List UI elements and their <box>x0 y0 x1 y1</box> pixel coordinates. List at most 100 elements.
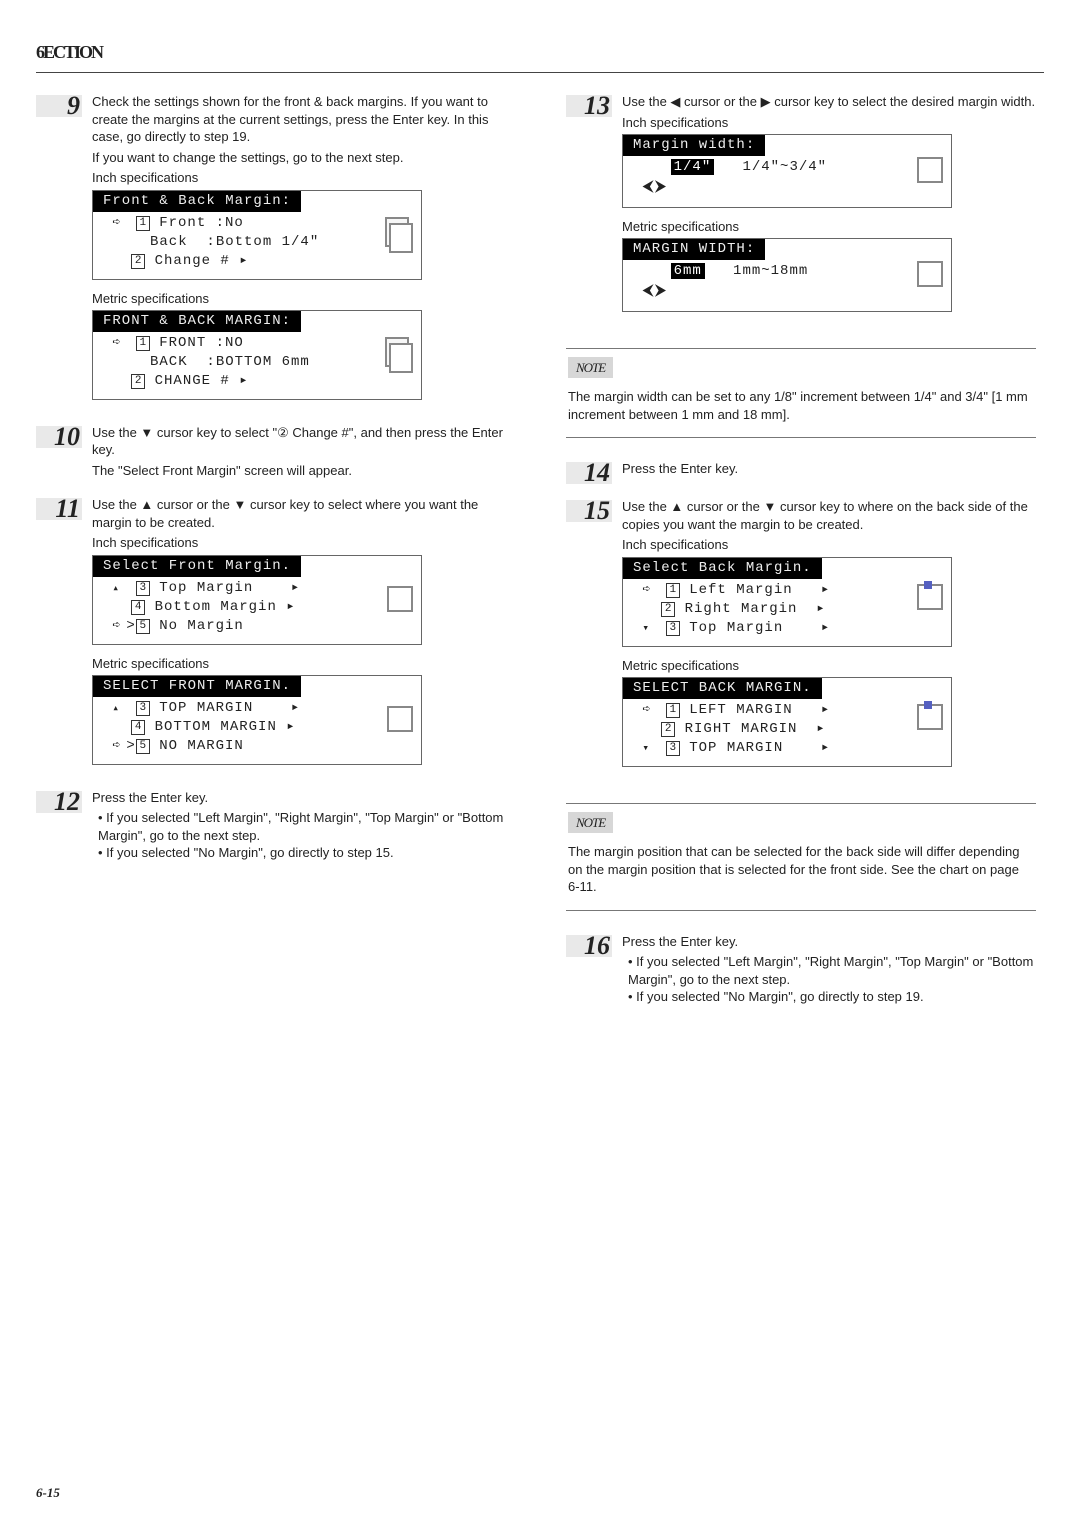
lcd-title: Front & Back Margin: <box>93 191 301 212</box>
note-text: The margin position that can be selected… <box>568 843 1034 896</box>
lcd-line: Top Margin ▸ <box>689 620 830 636</box>
step-text: Use the ▲ cursor or the ▼ cursor key to … <box>622 498 1036 533</box>
step-number-box: 13 <box>566 95 612 117</box>
note-text: The margin width can be set to any 1/8" … <box>568 388 1034 423</box>
step-bullet: If you selected "Left Margin", "Right Ma… <box>98 809 506 844</box>
lcd-line: BACK :BOTTOM 6mm <box>103 353 411 372</box>
lcd-display: SELECT BACK MARGIN. ➪ 1 LEFT MARGIN ▸ 2 … <box>622 677 952 767</box>
step-number: 9 <box>67 88 80 123</box>
step-number-box: 9 <box>36 95 82 117</box>
lcd-line: RIGHT MARGIN ▸ <box>685 721 826 737</box>
lcd-line: LEFT MARGIN ▸ <box>689 702 830 718</box>
spec-label: Inch specifications <box>92 534 506 552</box>
step-number-box: 11 <box>36 498 82 520</box>
pages-icon <box>385 335 413 375</box>
right-column: 13 Use the ◀ cursor or the ▶ cursor key … <box>566 93 1036 1022</box>
spec-label: Inch specifications <box>622 114 1036 132</box>
page-number: 6-15 <box>36 1484 60 1502</box>
note-box: NOTE The margin position that can be sel… <box>566 803 1036 911</box>
step-12: 12 Press the Enter key. If you selected … <box>36 789 506 864</box>
step-number-box: 14 <box>566 462 612 484</box>
step-number: 11 <box>55 491 80 526</box>
lcd-display: FRONT & BACK MARGIN: ➪ 1 FRONT :NO BACK … <box>92 310 422 400</box>
step-text: Check the settings shown for the front &… <box>92 93 506 146</box>
lcd-title: Select Back Margin. <box>623 558 822 579</box>
step-number-box: 10 <box>36 426 82 448</box>
lcd-line: BOTTOM MARGIN ▸ <box>155 719 296 735</box>
lcd-display: Select Back Margin. ➪ 1 Left Margin ▸ 2 … <box>622 557 952 647</box>
step-13: 13 Use the ◀ cursor or the ▶ cursor key … <box>566 93 1036 321</box>
page-icon <box>915 151 943 191</box>
lcd-line: Right Margin ▸ <box>685 601 826 617</box>
lcd-line: NO MARGIN <box>159 738 244 754</box>
lcd-line: FRONT :NO <box>159 335 244 351</box>
lcd-line: No Margin <box>159 618 244 634</box>
lcd-title: FRONT & BACK MARGIN: <box>93 311 301 332</box>
step-bullet: If you selected "Left Margin", "Right Ma… <box>628 953 1036 988</box>
step-15: 15 Use the ▲ cursor or the ▼ cursor key … <box>566 498 1036 776</box>
lcd-title: SELECT FRONT MARGIN. <box>93 676 301 697</box>
lcd-value: 6mm <box>671 263 705 279</box>
lcd-line: Top Margin ▸ <box>159 580 300 596</box>
lcd-line: TOP MARGIN ▸ <box>689 740 830 756</box>
step-text: Use the ◀ cursor or the ▶ cursor key to … <box>622 93 1036 111</box>
step-11: 11 Use the ▲ cursor or the ▼ cursor key … <box>36 496 506 774</box>
note-box: NOTE The margin width can be set to any … <box>566 348 1036 439</box>
step-number: 14 <box>584 455 610 490</box>
lcd-line: Change # ▸ <box>155 253 249 269</box>
step-text: If you want to change the settings, go t… <box>92 149 506 167</box>
spec-label: Metric specifications <box>622 657 1036 675</box>
lcd-display: Margin width: 1/4" 1/4"~3/4" ⮜⮞ <box>622 134 952 207</box>
lcd-title: MARGIN WIDTH: <box>623 239 765 260</box>
stack-icon <box>915 582 943 622</box>
lcd-range: 1/4"~3/4" <box>742 159 827 175</box>
step-number: 10 <box>54 419 80 454</box>
page-icon <box>385 700 413 740</box>
lcd-display: Select Front Margin. ▴ 3 Top Margin ▸ 4 … <box>92 555 422 645</box>
step-number: 16 <box>584 928 610 963</box>
step-number: 12 <box>54 784 80 819</box>
lcd-range: 1mm~18mm <box>733 263 808 279</box>
spec-label: Metric specifications <box>92 290 506 308</box>
lcd-line: Left Margin ▸ <box>689 582 830 598</box>
step-number: 15 <box>584 493 610 528</box>
step-number-box: 16 <box>566 935 612 957</box>
step-10: 10 Use the ▼ cursor key to select "② Cha… <box>36 424 506 483</box>
spec-label: Metric specifications <box>92 655 506 673</box>
step-14: 14 Press the Enter key. <box>566 460 1036 484</box>
lcd-line: CHANGE # ▸ <box>155 373 249 389</box>
lcd-line: Front :No <box>159 215 244 231</box>
page-icon <box>915 255 943 295</box>
lcd-line: Bottom Margin ▸ <box>155 599 296 615</box>
step-number: 13 <box>584 88 610 123</box>
page-icon <box>385 580 413 620</box>
lcd-display: Front & Back Margin: ➪ 1 Front :No Back … <box>92 190 422 280</box>
lcd-line: TOP MARGIN ▸ <box>159 700 300 716</box>
lcd-value: 1/4" <box>671 159 715 175</box>
pages-icon <box>385 215 413 255</box>
step-number-box: 12 <box>36 791 82 813</box>
step-text: Press the Enter key. <box>622 933 1036 951</box>
step-text: Press the Enter key. <box>92 789 506 807</box>
step-text: The "Select Front Margin" screen will ap… <box>92 462 506 480</box>
step-text: Press the Enter key. <box>622 460 1036 478</box>
lcd-title: Select Front Margin. <box>93 556 301 577</box>
step-text: Use the ▼ cursor key to select "② Change… <box>92 424 506 459</box>
section-header: 6ECTION <box>36 40 1044 64</box>
stack-icon <box>915 702 943 742</box>
step-number-box: 15 <box>566 500 612 522</box>
lcd-display: MARGIN WIDTH: 6mm 1mm~18mm ⮜⮞ <box>622 238 952 311</box>
spec-label: Metric specifications <box>622 218 1036 236</box>
section-divider <box>36 72 1044 73</box>
spec-label: Inch specifications <box>622 536 1036 554</box>
spec-label: Inch specifications <box>92 169 506 187</box>
lcd-title: SELECT BACK MARGIN. <box>623 678 822 699</box>
step-16: 16 Press the Enter key. If you selected … <box>566 933 1036 1008</box>
step-text: Use the ▲ cursor or the ▼ cursor key to … <box>92 496 506 531</box>
step-bullet: If you selected "No Margin", go directly… <box>628 988 1036 1006</box>
lcd-display: SELECT FRONT MARGIN. ▴ 3 TOP MARGIN ▸ 4 … <box>92 675 422 765</box>
note-label: NOTE <box>568 812 613 834</box>
step-bullet: If you selected "No Margin", go directly… <box>98 844 506 862</box>
lcd-line: Back :Bottom 1/4" <box>103 233 411 252</box>
note-label: NOTE <box>568 357 613 379</box>
